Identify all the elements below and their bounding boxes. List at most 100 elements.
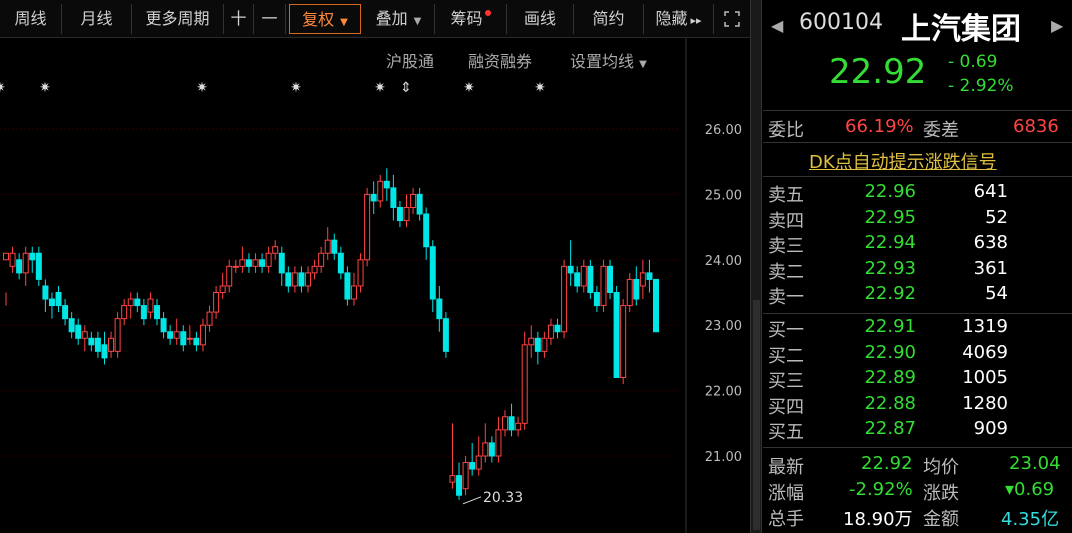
hsgt-tab[interactable]: 沪股通 [386, 48, 434, 72]
candle-body [344, 272, 351, 300]
monthly-button[interactable]: 月线 [62, 4, 132, 34]
event-marker-icon: ✷ [196, 80, 208, 96]
scrollbar[interactable] [753, 300, 760, 530]
kline-chart[interactable]: 26.00 25.00 24.00 23.00 22.00 21.00 ✷ ✷ ✷ ✷ ✷ ✷ ✷ ⇕ 20… [0, 38, 750, 533]
level-price: 22.91 [864, 316, 916, 337]
weibi-label: 委比 [768, 120, 804, 141]
orderbook-row[interactable]: 卖五 22.96 641 [763, 181, 1072, 207]
level-label: 卖四 [768, 210, 804, 232]
adjust-rights-dropdown[interactable]: 复权 ▼ [289, 4, 361, 34]
double-arrow-icon: ▸▸ [690, 14, 702, 27]
candle-body [429, 246, 436, 300]
hide-button[interactable]: 隐藏 ▸▸ [644, 4, 714, 34]
price-change: - 0.69 [948, 52, 998, 72]
candle-body [534, 337, 541, 352]
candle-body [232, 265, 239, 268]
candle-body [495, 429, 502, 457]
candle-body [318, 252, 325, 267]
candle-body [515, 422, 522, 431]
overlay-dropdown[interactable]: 叠加 ▼ [363, 4, 435, 34]
candle-body [475, 455, 482, 470]
candle-body [600, 265, 607, 307]
next-stock-icon[interactable]: ▶ [1051, 16, 1063, 35]
level-volume: 4069 [962, 341, 1008, 363]
candle-body [593, 292, 600, 307]
level-label: 卖五 [768, 185, 804, 206]
candle-body [646, 272, 653, 280]
candle-body [528, 337, 535, 346]
level-price: 22.90 [864, 341, 916, 363]
candle-body [48, 298, 55, 307]
prev-stock-icon[interactable]: ◀ [771, 16, 783, 35]
candle-body [364, 193, 371, 261]
candle-body [94, 337, 101, 352]
orderbook-row[interactable]: 卖三 22.94 638 [763, 232, 1072, 258]
avg-label: 均价 [923, 457, 959, 478]
price-axis-label: 25.00 [705, 188, 742, 203]
chart-toolbar: 周线 月线 更多周期 十 一 复权 ▼ 叠加 ▼ 筹码 画线 简约 隐藏 ▸▸ [0, 0, 750, 38]
orderbook-row[interactable]: 卖一 22.92 54 [763, 283, 1072, 309]
level-volume: 54 [985, 283, 1008, 304]
candle-body [521, 344, 528, 424]
candle-body [482, 442, 489, 457]
level-volume: 638 [973, 232, 1008, 253]
candle-body [167, 331, 174, 339]
overlay-label: 叠加 [375, 9, 408, 28]
line-button[interactable]: 一 [254, 4, 286, 34]
candle-body [186, 337, 193, 340]
chevron-down-icon: ▼ [639, 59, 647, 70]
simple-button[interactable]: 简约 [574, 4, 644, 34]
candle-body [206, 311, 213, 326]
expand-button[interactable] [716, 4, 748, 34]
panel-divider[interactable] [750, 0, 762, 533]
orderbook-row[interactable]: 卖四 22.95 52 [763, 207, 1072, 233]
level-price: 22.93 [864, 257, 916, 279]
weekly-label: 周线 [14, 9, 47, 28]
candle-body [114, 318, 121, 352]
dk-signal-link[interactable]: DK点自动提示涨跌信号 [809, 148, 997, 174]
candle-body [75, 324, 82, 339]
candle-body [226, 265, 233, 287]
candle-body [42, 285, 49, 300]
adjust-rights-label: 复权 [302, 10, 335, 29]
candle-body [626, 278, 633, 307]
orderbook-row[interactable]: 卖二 22.93 361 [763, 258, 1072, 284]
low-marker-label: 20.33 [483, 490, 523, 506]
simple-label: 简约 [592, 9, 625, 28]
level-label: 买三 [768, 371, 804, 392]
level-price: 22.92 [864, 283, 916, 304]
candle-body [239, 259, 246, 267]
avg-value: 23.04 [1009, 453, 1061, 474]
candle-body [291, 272, 298, 287]
candle-body [547, 324, 554, 339]
candle-body [9, 252, 16, 267]
draw-line-button[interactable]: 画线 [507, 4, 574, 34]
candle-body [337, 252, 344, 274]
candle-body [567, 265, 574, 274]
candle-body [68, 318, 75, 333]
candle-body [245, 259, 252, 267]
more-periods-button[interactable]: 更多周期 [132, 4, 224, 34]
divider [763, 110, 1072, 111]
candle-body [390, 187, 397, 208]
weicha-label: 委差 [923, 120, 959, 141]
margin-label: 融资融券 [468, 52, 533, 71]
candle-body [554, 324, 561, 333]
orderbook-row[interactable]: 买一 22.91 1319 [763, 316, 1072, 342]
orderbook-row[interactable]: 买五 22.87 909 [763, 418, 1072, 444]
price-axis-label: 26.00 [705, 123, 742, 138]
chips-button[interactable]: 筹码 [435, 4, 507, 34]
crosshair-button[interactable]: 十 [224, 4, 254, 34]
weibi-value: 66.19% [845, 116, 914, 137]
level-price: 22.87 [864, 418, 916, 439]
candle-body [620, 305, 627, 379]
orderbook-row[interactable]: 买三 22.89 1005 [763, 367, 1072, 393]
orderbook-row[interactable]: 买二 22.90 4069 [763, 342, 1072, 368]
candle-body [160, 318, 167, 333]
quote-panel: ◀ 600104 上汽集团 ▶ 22.92 - 0.69 - 2.92% 委比 … [763, 0, 1072, 533]
ma-settings-dropdown[interactable]: 设置均线 ▼ [570, 48, 647, 72]
candle-body [331, 239, 338, 254]
margin-tab[interactable]: 融资融券 [468, 48, 532, 72]
orderbook-row[interactable]: 买四 22.88 1280 [763, 393, 1072, 419]
weekly-button[interactable]: 周线 [0, 4, 62, 34]
